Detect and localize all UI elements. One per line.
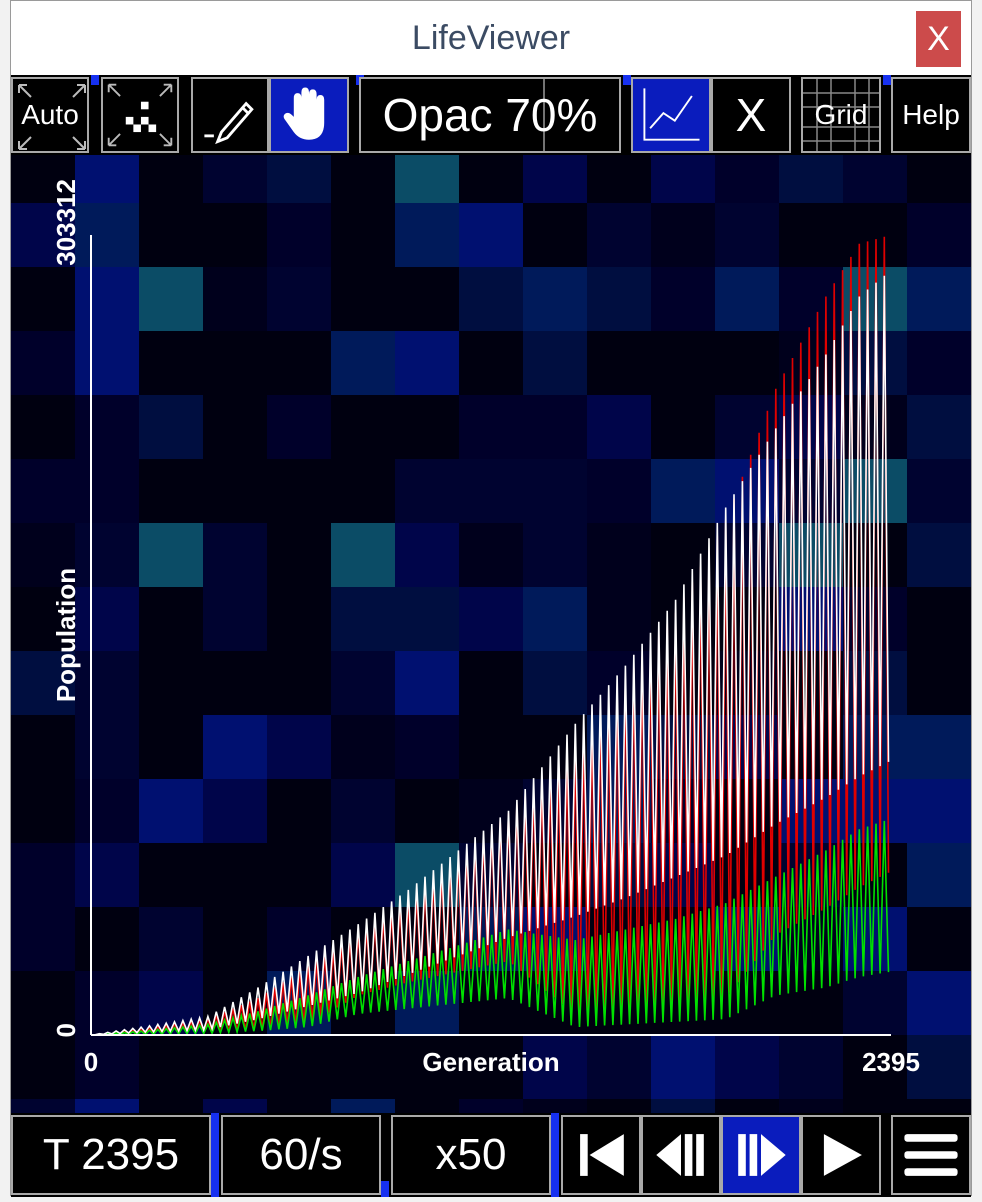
pixel-zoom-icon (107, 83, 173, 147)
opacity-label: Opac 70% (382, 89, 598, 141)
series-line-2 (91, 820, 890, 1036)
speed-label: 60/s (259, 1130, 343, 1179)
bottom-toolbar: T 2395 60/s x50 (11, 1113, 971, 1197)
skip-to-start-icon (580, 1134, 624, 1176)
close-window-button[interactable]: X (916, 11, 961, 67)
y-axis-label: Population (51, 568, 81, 702)
close-graph-button[interactable]: X (711, 77, 791, 153)
step-label: x50 (435, 1130, 507, 1179)
generation-counter: T 2395 (11, 1115, 211, 1195)
play-button[interactable] (801, 1115, 881, 1195)
step-forward-button[interactable] (721, 1115, 801, 1195)
step-forward-icon (738, 1134, 786, 1176)
auto-label: Auto (21, 99, 79, 130)
help-button[interactable]: Help (891, 77, 971, 153)
opacity-slider[interactable]: Opac 70% (359, 77, 621, 153)
close-graph-label: X (735, 89, 767, 141)
graph-icon (643, 88, 700, 141)
speed-slider[interactable]: 60/s (221, 1115, 381, 1195)
auto-fit-button[interactable]: Auto (11, 77, 89, 153)
pan-mode-button[interactable] (269, 77, 349, 153)
y-max-tick-label: 303312 (51, 179, 81, 266)
reset-button[interactable] (561, 1115, 641, 1195)
step-back-icon (656, 1134, 704, 1176)
x-min-tick-label: 0 (84, 1047, 98, 1077)
step-size-slider[interactable]: x50 (391, 1115, 551, 1195)
graph-toggle-button[interactable] (631, 77, 711, 153)
generation-label: T 2395 (42, 1130, 180, 1179)
step-back-button[interactable] (641, 1115, 721, 1195)
y-min-tick-label: 0 (51, 1023, 81, 1037)
x-max-tick-label: 2395 (862, 1047, 920, 1077)
top-toolbar: Auto Opac 70% X Grid Help (11, 75, 971, 155)
pencil-icon (204, 101, 254, 145)
pixel-zoom-button[interactable] (101, 77, 179, 153)
draw-mode-button[interactable] (191, 77, 269, 153)
lifeviewer-window: LifeViewer X Auto Opac 70% X Grid Help 3… (10, 0, 972, 1197)
x-axis-label: Generation (422, 1047, 559, 1077)
window-title: LifeViewer (411, 19, 571, 57)
menu-button[interactable] (891, 1115, 971, 1195)
title-bar: LifeViewer X (11, 1, 971, 76)
grid-label: Grid (814, 99, 868, 130)
hamburger-menu-icon (904, 1134, 958, 1176)
play-icon (823, 1134, 862, 1176)
grid-button[interactable]: Grid (801, 77, 881, 153)
hand-icon (283, 87, 325, 140)
population-graph: 303312 0 Population 0 Generation 2395 (51, 179, 920, 1077)
help-label: Help (902, 99, 960, 130)
